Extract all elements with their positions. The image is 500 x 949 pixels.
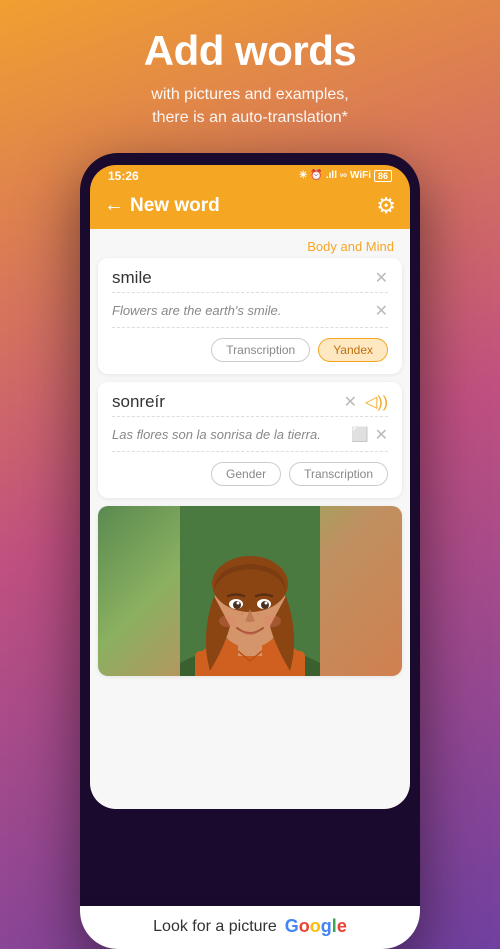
image-section: [98, 506, 402, 676]
status-icons: ✳ ⏰ .ıll ᵛᵒ WiFi 86: [299, 170, 392, 182]
vo-icon: ᵛᵒ: [340, 171, 347, 181]
promo-title: Add words: [20, 28, 480, 74]
word-input[interactable]: smile: [112, 268, 152, 288]
phone-screen: 15:26 ✳ ⏰ .ıll ᵛᵒ WiFi 86 ← New word ⚙: [90, 165, 410, 809]
back-button[interactable]: ←: [104, 194, 124, 217]
translation-word[interactable]: sonreír: [112, 392, 165, 412]
translation-input-row: sonreír ✕ ◁)): [112, 382, 388, 417]
translation-example[interactable]: Las flores son la sonrisa de la tierra.: [112, 427, 345, 442]
status-time: 15:26: [108, 169, 139, 183]
clear-example-button[interactable]: ✕: [375, 301, 388, 321]
person-image: [180, 506, 320, 676]
app-bar: ← New word ⚙: [90, 185, 410, 229]
app-bar-title: New word: [130, 195, 220, 217]
trans-transcription-button[interactable]: Transcription: [289, 462, 388, 486]
alarm-icon: ⏰: [310, 170, 322, 181]
clear-translation-button[interactable]: ✕: [344, 392, 357, 412]
battery-icon: 86: [374, 170, 392, 182]
example-text[interactable]: Flowers are the earth's smile.: [112, 303, 281, 318]
copy-icon[interactable]: ⬜: [351, 426, 368, 443]
translation-example-row: Las flores son la sonrisa de la tierra. …: [112, 417, 388, 452]
clear-trans-example-button[interactable]: ✕: [375, 425, 388, 445]
word-section: smile ✕ Flowers are the earth's smile. ✕…: [98, 258, 402, 374]
sound-button[interactable]: ◁)): [365, 392, 388, 412]
screen-content: Body and Mind smile ✕ Flowers are the ea…: [90, 229, 410, 809]
example-row: Flowers are the earth's smile. ✕: [112, 293, 388, 328]
signal-icon: .ıll: [326, 170, 337, 181]
phone-frame: 15:26 ✳ ⏰ .ıll ᵛᵒ WiFi 86 ← New word ⚙: [80, 153, 420, 949]
promo-subtitle: with pictures and examples,there is an a…: [20, 84, 480, 129]
word-buttons: Transcription Yandex: [112, 328, 388, 362]
wifi-icon: WiFi: [350, 170, 371, 181]
bluetooth-icon: ✳: [299, 170, 307, 181]
clear-word-button[interactable]: ✕: [375, 268, 388, 288]
settings-icon[interactable]: ⚙: [376, 193, 396, 219]
word-image: [98, 506, 402, 676]
category-label[interactable]: Body and Mind: [90, 229, 410, 258]
translation-icons: ✕ ◁)): [344, 392, 388, 412]
translation-buttons: Gender Transcription: [112, 452, 388, 486]
word-input-row: smile ✕: [112, 258, 388, 293]
gender-button[interactable]: Gender: [211, 462, 281, 486]
transcription-button[interactable]: Transcription: [211, 338, 310, 362]
phone-wrapper: 15:26 ✳ ⏰ .ıll ᵛᵒ WiFi 86 ← New word ⚙: [70, 153, 430, 949]
status-bar: 15:26 ✳ ⏰ .ıll ᵛᵒ WiFi 86: [90, 165, 410, 185]
promo-section: Add words with pictures and examples,the…: [0, 0, 500, 139]
app-bar-left: ← New word: [104, 194, 220, 217]
translation-section: sonreír ✕ ◁)) Las flores son la sonrisa …: [98, 382, 402, 498]
yandex-button[interactable]: Yandex: [318, 338, 388, 362]
